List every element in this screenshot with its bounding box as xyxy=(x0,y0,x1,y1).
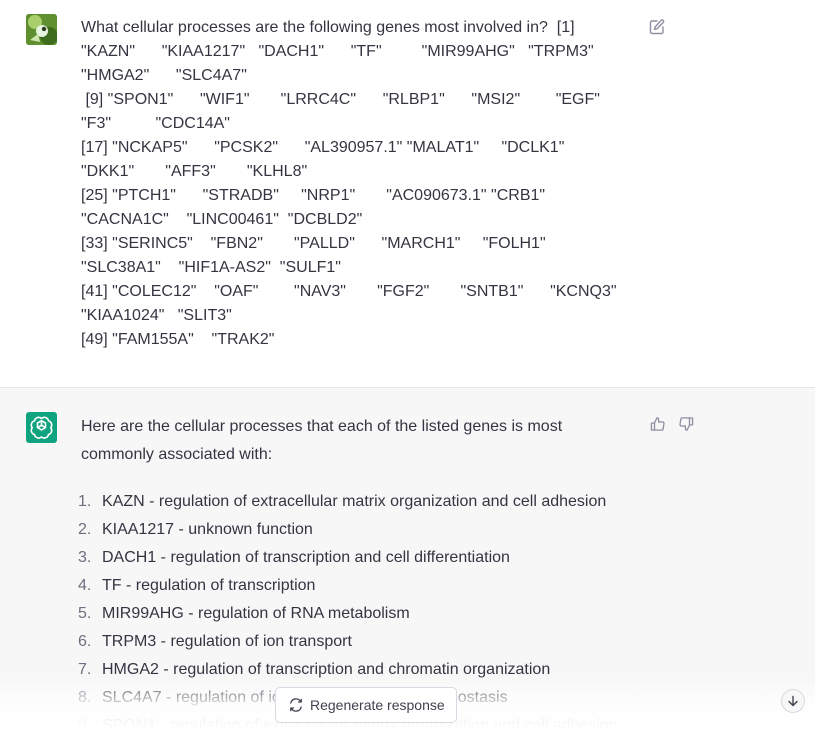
thumbs-up-icon[interactable] xyxy=(650,416,666,432)
chatgpt-logo-icon xyxy=(26,412,57,443)
edit-icon[interactable] xyxy=(648,18,666,36)
list-item-number: 6. xyxy=(78,633,92,650)
user-message: What cellular processes are the followin… xyxy=(0,0,815,388)
list-item-number: 4. xyxy=(78,577,92,594)
list-item-number: 5. xyxy=(78,605,92,622)
list-item-number: 3. xyxy=(78,549,92,566)
list-item: 7. HMGA2 - regulation of transcription an… xyxy=(78,656,618,684)
user-message-line: "F3" "CDC14A" xyxy=(81,115,230,132)
list-item-text: MIR99AHG - regulation of RNA metabolism xyxy=(102,605,410,622)
user-avatar xyxy=(26,14,57,45)
user-message-line: "KAZN" "KIAA1217" "DACH1" "TF" "MIR99AHG… xyxy=(81,43,594,60)
list-item-text: DACH1 - regulation of transcription and … xyxy=(102,549,510,566)
regenerate-response-button[interactable]: Regenerate response xyxy=(275,687,457,723)
user-message-line: [33] "SERINC5" "FBN2" "PALLD" "MARCH1" "… xyxy=(81,235,546,252)
list-item-text: TRPM3 - regulation of ion transport xyxy=(102,633,352,650)
list-item-number: 7. xyxy=(78,661,92,678)
list-item-text: HMGA2 - regulation of transcription and … xyxy=(102,661,551,678)
list-item-number: 9. xyxy=(78,717,92,730)
chat-page: What cellular processes are the followin… xyxy=(0,0,815,730)
user-message-line: "HMGA2" "SLC4A7" xyxy=(81,67,247,84)
user-message-line: [41] "COLEC12" "OAF" "NAV3" "FGF2" "SNTB… xyxy=(81,283,617,300)
list-item: 3. DACH1 - regulation of transcription an… xyxy=(78,544,618,572)
user-message-line: [9] "SPON1" "WIF1" "LRRC4C" "RLBP1" "MSI… xyxy=(81,91,600,108)
user-message-line: [25] "PTCH1" "STRADB" "NRP1" "AC090673.1… xyxy=(81,187,546,204)
user-message-text: What cellular processes are the followin… xyxy=(81,16,641,352)
user-message-line: [49] "FAM155A" "TRAK2" xyxy=(81,331,275,348)
list-item-number: 2. xyxy=(78,521,92,538)
list-item-text: KIAA1217 - unknown function xyxy=(102,521,313,538)
assistant-intro-text: Here are the cellular processes that eac… xyxy=(81,418,563,463)
list-item: 2. KIAA1217 - unknown function xyxy=(78,516,618,544)
user-message-line: "KIAA1024" "SLIT3" xyxy=(81,307,232,324)
list-item-number: 8. xyxy=(78,689,92,706)
list-item-text: TF - regulation of transcription xyxy=(102,577,316,594)
regenerate-label: Regenerate response xyxy=(310,697,445,713)
thumbs-down-icon[interactable] xyxy=(678,416,694,432)
list-item: 4. TF - regulation of transcription xyxy=(78,572,618,600)
list-item: 1. KAZN - regulation of extracellular mat… xyxy=(78,488,618,516)
refresh-icon xyxy=(289,698,303,712)
list-item-text: KAZN - regulation of extracellular matri… xyxy=(102,493,607,510)
list-item-number: 1. xyxy=(78,493,92,510)
user-message-line: [17] "NCKAP5" "PCSK2" "AL390957.1" "MALA… xyxy=(81,139,565,156)
user-message-line: "SLC38A1" "HIF1A-AS2" "SULF1" xyxy=(81,259,341,276)
user-message-line: "DKK1" "AFF3" "KLHL8" xyxy=(81,163,308,180)
list-item: 5. MIR99AHG - regulation of RNA metabolis… xyxy=(78,600,618,628)
user-message-line: What cellular processes are the followin… xyxy=(81,19,575,36)
arrow-down-icon[interactable] xyxy=(781,689,805,713)
list-item: 6. TRPM3 - regulation of ion transport xyxy=(78,628,618,656)
assistant-message: Here are the cellular processes that eac… xyxy=(0,388,815,730)
user-message-line: "CACNA1C" "LINC00461" "DCBLD2" xyxy=(81,211,363,228)
